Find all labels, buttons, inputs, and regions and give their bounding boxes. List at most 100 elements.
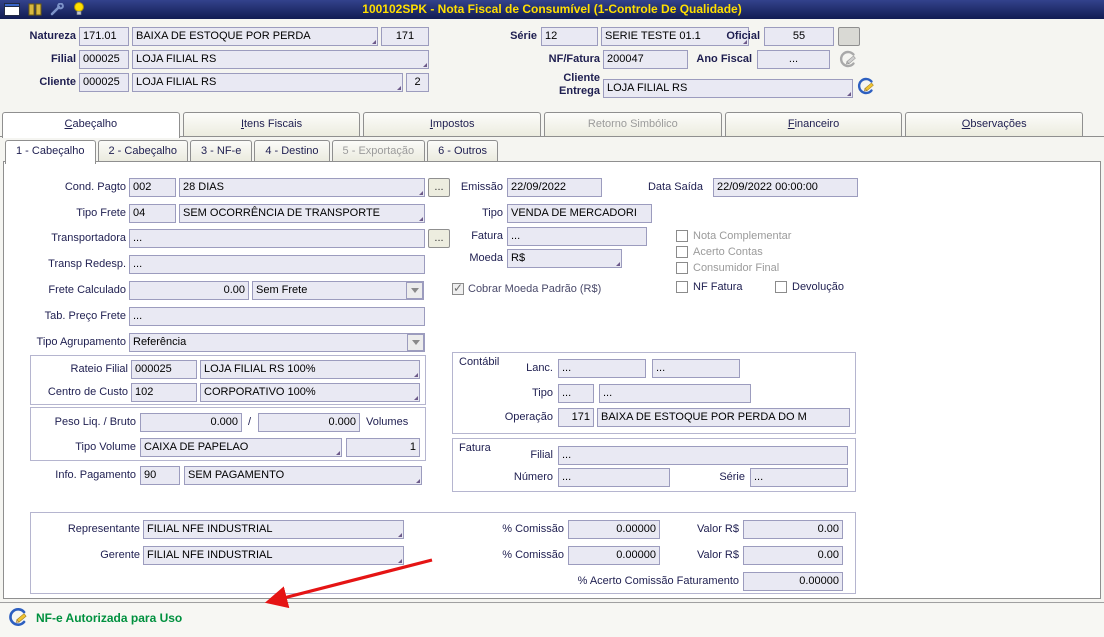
filial-desc-field[interactable]: LOJA FILIAL RS <box>132 50 429 69</box>
natureza-code-field[interactable]: 171.01 <box>79 27 129 46</box>
rateio-filial-desc-field[interactable]: LOJA FILIAL RS 100% <box>200 360 420 379</box>
nfe-globe-icon[interactable] <box>856 76 876 96</box>
tipo-field[interactable]: VENDA DE MERCADORI <box>507 204 652 223</box>
ano-fiscal-field[interactable]: ... <box>757 50 830 69</box>
subtab-2-cabecalho[interactable]: 2 - Cabeçalho <box>97 140 188 161</box>
rep-pct-comissao-label: % Comissão <box>502 523 564 535</box>
tab-preco-frete-field[interactable]: ... <box>129 307 425 326</box>
frete-tipo-select[interactable]: Sem Frete <box>252 281 424 300</box>
oficial-lookup-button[interactable] <box>838 27 860 46</box>
rateio-filial-code-field[interactable]: 000025 <box>131 360 197 379</box>
rep-valor-field[interactable]: 0.00 <box>743 520 843 539</box>
tab-cabecalho[interactable]: Cabeçalho <box>2 112 180 138</box>
peso-bruto-field[interactable]: 0.000 <box>258 413 360 432</box>
oficial-label: Oficial <box>726 30 760 42</box>
gerente-field[interactable]: FILIAL NFE INDUSTRIAL <box>143 546 404 565</box>
tab-cabecalho-label: Cabeçalho <box>64 118 118 130</box>
acerto-comissao-field[interactable]: 0.00000 <box>743 572 843 591</box>
frete-calculado-label: Frete Calculado <box>48 284 126 296</box>
oficial-field[interactable]: 55 <box>764 27 834 46</box>
centro-custo-desc-field[interactable]: CORPORATIVO 100% <box>200 383 420 402</box>
cliente-label: Cliente <box>39 76 76 88</box>
subtab-1-cabecalho[interactable]: 1 - Cabeçalho <box>5 140 96 164</box>
representante-field[interactable]: FILIAL NFE INDUSTRIAL <box>143 520 404 539</box>
operacao-desc-field[interactable]: BAIXA DE ESTOQUE POR PERDA DO M <box>597 408 850 427</box>
lanc-field-1[interactable]: ... <box>558 359 646 378</box>
fatura-field[interactable]: ... <box>507 227 647 246</box>
natureza-label: Natureza <box>29 30 76 42</box>
lightbulb-icon[interactable] <box>73 2 85 16</box>
sub-tabs: 1 - Cabeçalho 2 - Cabeçalho 3 - NF-e 4 -… <box>5 140 500 164</box>
transportadora-field[interactable]: ... <box>129 229 425 248</box>
subtab-3-nfe[interactable]: 3 - NF-e <box>190 140 253 161</box>
serie-code-field[interactable]: 12 <box>541 27 598 46</box>
rep-pct-comissao-field[interactable]: 0.00000 <box>568 520 660 539</box>
tipo-volume-field[interactable]: CAIXA DE PAPELAO <box>140 438 342 457</box>
filial-code-field[interactable]: 000025 <box>79 50 129 69</box>
ger-valor-field[interactable]: 0.00 <box>743 546 843 565</box>
fatura-numero-field[interactable]: ... <box>558 468 670 487</box>
cond-pagto-desc-field[interactable]: 28 DIAS <box>179 178 425 197</box>
tipo-label: Tipo <box>482 207 503 219</box>
tipo-frete-desc-field[interactable]: SEM OCORRÊNCIA DE TRANSPORTE <box>179 204 425 223</box>
info-pagamento-code-field[interactable]: 90 <box>140 466 180 485</box>
fatura-filial-field[interactable]: ... <box>558 446 848 465</box>
subtab-2-label: 2 - Cabeçalho <box>108 145 178 157</box>
fatura-serie-field[interactable]: ... <box>750 468 848 487</box>
frete-calculado-field[interactable]: 0.00 <box>129 281 249 300</box>
operacao-code-field[interactable]: 171 <box>558 408 594 427</box>
tipo-agrupamento-dropdown-button[interactable] <box>407 334 424 351</box>
lanc-label: Lanc. <box>526 362 553 374</box>
tipo-frete-code-field[interactable]: 04 <box>129 204 176 223</box>
filial-label: Filial <box>50 53 76 65</box>
cliente-entrega-field[interactable]: LOJA FILIAL RS <box>603 79 853 98</box>
lanc-field-2[interactable]: ... <box>652 359 740 378</box>
cliente-desc-field[interactable]: LOJA FILIAL RS <box>132 73 403 92</box>
operacao-label: Operação <box>504 411 553 423</box>
data-saida-label: Data Saída <box>647 181 703 193</box>
devolucao-checkbox[interactable] <box>775 281 787 293</box>
natureza-desc-field[interactable]: BAIXA DE ESTOQUE POR PERDA <box>132 27 378 46</box>
moeda-field[interactable]: R$ <box>507 249 622 268</box>
nf-fatura-checkbox[interactable] <box>676 281 688 293</box>
volumes-qty-field[interactable]: 1 <box>346 438 420 457</box>
rateio-filial-label: Rateio Filial <box>70 363 128 375</box>
ger-pct-comissao-field[interactable]: 0.00000 <box>568 546 660 565</box>
cliente-code-field[interactable]: 000025 <box>79 73 129 92</box>
cliente-num-field[interactable]: 2 <box>406 73 429 92</box>
transp-redesp-field[interactable]: ... <box>129 255 425 274</box>
subtab-3-label: 3 - NF-e <box>201 145 242 157</box>
tipo-volume-label: Tipo Volume <box>75 441 136 453</box>
nf-fatura-label: NF/Fatura <box>548 53 600 65</box>
cond-pagto-code-field[interactable]: 002 <box>129 178 176 197</box>
tab-impostos[interactable]: Impostos <box>363 112 542 136</box>
transportadora-label: Transportadora <box>51 232 126 244</box>
tab-observacoes[interactable]: Observações <box>905 112 1084 136</box>
frete-tipo-dropdown-button[interactable] <box>406 282 423 299</box>
nf-fatura-field[interactable]: 200047 <box>603 50 688 69</box>
data-saida-field[interactable]: 22/09/2022 00:00:00 <box>713 178 858 197</box>
peso-liquido-field[interactable]: 0.000 <box>140 413 242 432</box>
contabil-tipo-field-1[interactable]: ... <box>558 384 594 403</box>
fatura-filial-label: Filial <box>530 449 553 461</box>
columns-icon[interactable] <box>28 3 42 16</box>
peso-label: Peso Liq. / Bruto <box>54 416 136 428</box>
form-window-icon[interactable] <box>4 2 20 16</box>
fatura-numero-label: Número <box>513 471 553 483</box>
tab-retorno-simbolico-label: Retorno Simbólico <box>587 118 678 130</box>
peso-separator: / <box>248 416 252 428</box>
wrench-icon[interactable] <box>50 2 65 16</box>
subtab-4-destino[interactable]: 4 - Destino <box>254 140 330 161</box>
subtab-5-label: 5 - Exportação <box>342 145 415 157</box>
contabil-tipo-field-2[interactable]: ... <box>599 384 751 403</box>
info-pagamento-desc-field[interactable]: SEM PAGAMENTO <box>184 466 422 485</box>
subtab-6-outros[interactable]: 6 - Outros <box>427 140 498 161</box>
gerente-label: Gerente <box>100 549 140 561</box>
centro-custo-code-field[interactable]: 102 <box>131 383 197 402</box>
emissao-field[interactable]: 22/09/2022 <box>507 178 602 197</box>
emissao-label: Emissão <box>460 181 503 193</box>
tipo-agrupamento-select[interactable]: Referência <box>129 333 425 352</box>
natureza-num-field[interactable]: 171 <box>381 27 429 46</box>
tab-itens-fiscais[interactable]: Itens Fiscais <box>182 112 361 136</box>
tab-financeiro[interactable]: Financeiro <box>724 112 903 136</box>
